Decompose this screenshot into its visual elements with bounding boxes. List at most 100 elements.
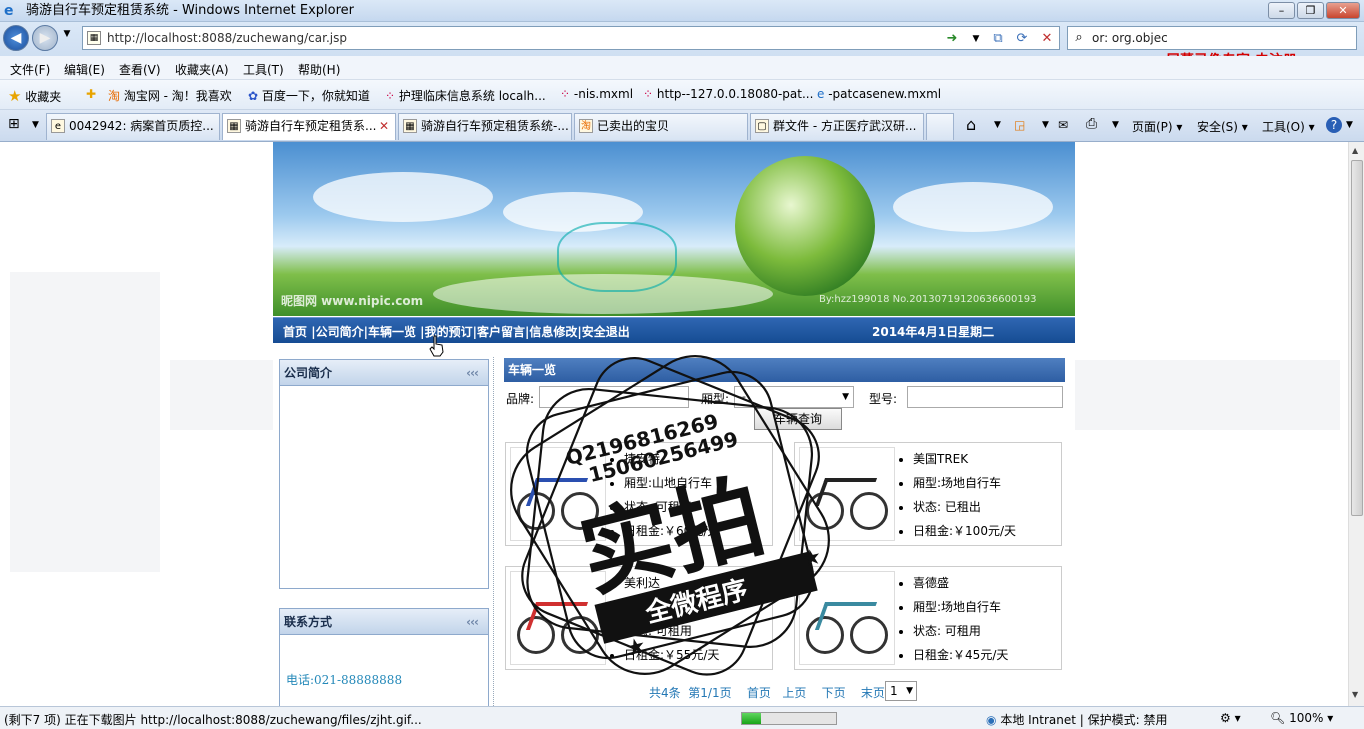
quick-tabs-icon[interactable]: ⊞ bbox=[8, 116, 20, 132]
tab-label: 骑游自行车预定租赁系... bbox=[245, 119, 377, 133]
tab-label: 0042942: 病案首页质控... bbox=[69, 119, 214, 133]
compat-icon[interactable]: ➜ bbox=[943, 30, 961, 48]
page-select-value: 1 bbox=[890, 684, 898, 698]
intro-title: 公司简介 bbox=[284, 366, 333, 380]
car-brand[interactable]: 喜德盛 bbox=[913, 571, 1008, 595]
fav-item-patcase[interactable]: e -patcasenew.mxml bbox=[817, 87, 941, 101]
scroll-down-icon[interactable]: ▼ bbox=[1352, 690, 1358, 699]
zone-info[interactable]: ◉ 本地 Intranet | 保护模式: 禁用 bbox=[986, 711, 1168, 728]
nav-profile[interactable]: 信息修改 bbox=[529, 325, 577, 339]
tab-sold[interactable]: 淘已卖出的宝贝 bbox=[574, 113, 748, 140]
address-dropdown-icon[interactable]: ▼ bbox=[967, 30, 985, 48]
collapse-chevrons-icon[interactable]: ‹‹‹ bbox=[466, 360, 479, 386]
close-tab-icon[interactable]: ✕ bbox=[379, 114, 389, 139]
page-menu[interactable]: 页面(P) ▾ bbox=[1132, 118, 1182, 135]
page-icon: ▢ bbox=[755, 119, 769, 133]
car-type: 厢型:场地自行车 bbox=[913, 471, 1016, 495]
favorites-button[interactable]: ★ 收藏夹 bbox=[8, 87, 61, 105]
compatibility-view-icon[interactable]: ⧉ bbox=[989, 30, 1007, 48]
scroll-thumb[interactable] bbox=[1351, 160, 1363, 516]
read-mail-icon[interactable]: ✉ bbox=[1058, 118, 1068, 132]
pager-total: 共4条 bbox=[649, 686, 681, 700]
intro-box-header: 公司简介 ‹‹‹ bbox=[280, 360, 488, 386]
pager-next[interactable]: 下页 bbox=[822, 686, 846, 700]
url-text: http://localhost:8088/zuchewang/car.jsp bbox=[107, 31, 347, 45]
zoom-icon: 🔍︎ bbox=[1270, 711, 1286, 725]
new-tab-button[interactable] bbox=[926, 113, 954, 140]
refresh-icon[interactable]: ⟳ bbox=[1013, 30, 1031, 48]
fav-label: -nis.mxml bbox=[573, 87, 634, 101]
page-select[interactable]: 1 ▼ bbox=[885, 681, 917, 701]
nav-logout[interactable]: 安全退出 bbox=[582, 325, 630, 339]
fav-item-nis[interactable]: ⁘ -nis.mxml bbox=[560, 87, 633, 101]
home-dropdown-icon[interactable]: ▼ bbox=[994, 120, 1001, 130]
safety-menu[interactable]: 安全(S) ▾ bbox=[1197, 118, 1248, 135]
menu-file[interactable]: 文件(F) bbox=[10, 61, 50, 78]
column-divider bbox=[493, 357, 494, 706]
loading-icon: ⁘ bbox=[385, 89, 396, 103]
fav-label: 淘宝网 - 淘！我喜欢 bbox=[123, 89, 232, 103]
tab-bike-active[interactable]: ▦ 骑游自行车预定租赁系... ✕ bbox=[222, 113, 396, 140]
feeds-icon[interactable]: ◲ bbox=[1014, 118, 1025, 132]
fav-item-taobao[interactable]: 淘 淘宝网 - 淘！我喜欢 bbox=[108, 87, 232, 104]
menu-edit[interactable]: 编辑(E) bbox=[64, 61, 105, 78]
forward-button[interactable]: ▶ bbox=[32, 25, 58, 51]
menu-favorites[interactable]: 收藏夹(A) bbox=[175, 61, 229, 78]
fav-item-http[interactable]: ⁘ http--127.0.0.18080-pat... bbox=[643, 87, 813, 101]
search-box[interactable]: ⌕ or: org.objec bbox=[1067, 26, 1357, 50]
tools-menu[interactable]: 工具(O) ▾ bbox=[1262, 118, 1315, 135]
add-favorite-icon[interactable]: ✚ bbox=[86, 87, 96, 101]
model-input[interactable] bbox=[907, 386, 1063, 408]
page-favicon-icon: ▦ bbox=[87, 31, 101, 45]
pager-last[interactable]: 末页 bbox=[861, 686, 885, 700]
collapse-chevrons-icon[interactable]: ‹‹‹ bbox=[466, 609, 479, 635]
nav-about[interactable]: 公司简介 bbox=[316, 325, 364, 339]
pager-prev[interactable]: 上页 bbox=[782, 686, 806, 700]
progress-fill bbox=[742, 713, 761, 724]
history-dropdown-icon[interactable]: ▼ bbox=[58, 25, 76, 43]
print-dropdown-icon[interactable]: ▼ bbox=[1112, 120, 1119, 130]
address-bar[interactable]: ▦ http://localhost:8088/zuchewang/car.js… bbox=[82, 26, 1060, 50]
home-icon[interactable]: ⌂ bbox=[966, 115, 976, 134]
menu-view[interactable]: 查看(V) bbox=[119, 61, 161, 78]
loading-icon: ⁘ bbox=[560, 87, 571, 101]
taobao-icon: 淘 bbox=[579, 119, 593, 133]
close-button[interactable]: ✕ bbox=[1326, 2, 1360, 19]
back-button[interactable]: ◀ bbox=[3, 25, 29, 51]
nav-messages[interactable]: 客户留言 bbox=[477, 325, 525, 339]
search-icon[interactable]: ⌕ bbox=[1070, 29, 1088, 47]
print-icon[interactable]: ⎙ bbox=[1086, 116, 1097, 132]
menu-tools[interactable]: 工具(T) bbox=[243, 61, 284, 78]
intranet-globe-icon: ◉ bbox=[986, 713, 997, 727]
minimize-button[interactable]: – bbox=[1268, 2, 1295, 19]
banner-bicycle-image bbox=[557, 222, 677, 292]
scroll-up-icon[interactable]: ▲ bbox=[1352, 146, 1358, 155]
tab-group-files[interactable]: ▢ 群文件 - 方正医疗武汉研... bbox=[750, 113, 924, 140]
pager-first[interactable]: 首页 bbox=[747, 686, 771, 700]
maximize-button[interactable]: ❐ bbox=[1297, 2, 1324, 19]
help-icon[interactable]: ? bbox=[1326, 117, 1342, 133]
tab-bug[interactable]: e 0042942: 病案首页质控... bbox=[46, 113, 220, 140]
car-brand[interactable]: 美国TREK bbox=[913, 447, 1016, 471]
feeds-dropdown-icon[interactable]: ▼ bbox=[1042, 120, 1049, 130]
tab-bar: ⊞ ▼ e 0042942: 病案首页质控... ▦ 骑游自行车预定租赁系... ✕ … bbox=[0, 110, 1364, 142]
fav-item-baidu[interactable]: ✿ 百度一下，你就知道 bbox=[248, 87, 370, 104]
help-dropdown-icon[interactable]: ▼ bbox=[1346, 120, 1353, 130]
protected-mode-icon[interactable]: ⚙ ▾ bbox=[1220, 711, 1241, 725]
nav-home[interactable]: 首页 bbox=[283, 325, 307, 339]
tab-bike-2[interactable]: ▦ 骑游自行车预定租赁系统-... bbox=[398, 113, 572, 140]
fav-item-nursing[interactable]: ⁘ 护理临床信息系统 localh... bbox=[385, 87, 546, 104]
nav-cars[interactable]: 车辆一览 bbox=[368, 325, 416, 339]
car-type: 厢型:场地自行车 bbox=[913, 595, 1008, 619]
tab-list-icon[interactable]: ▼ bbox=[32, 120, 39, 130]
status-bar: (剩下7 项) 正在下载图片 http://localhost:8088/zuc… bbox=[0, 706, 1364, 729]
stop-icon[interactable]: ✕ bbox=[1038, 30, 1056, 48]
tab-label: 已卖出的宝贝 bbox=[597, 119, 670, 133]
vertical-scrollbar[interactable]: ▲ ▼ bbox=[1348, 142, 1364, 706]
zoom-control[interactable]: 🔍︎ 100% ▾ bbox=[1270, 711, 1333, 725]
cloud-shape bbox=[313, 172, 493, 222]
zone-text: 本地 Intranet | 保护模式: 禁用 bbox=[1000, 713, 1168, 727]
menu-help[interactable]: 帮助(H) bbox=[298, 61, 340, 78]
car-rent: 日租金:￥45元/天 bbox=[913, 643, 1008, 667]
tools-menu-label: 工具(O) bbox=[1262, 120, 1305, 134]
